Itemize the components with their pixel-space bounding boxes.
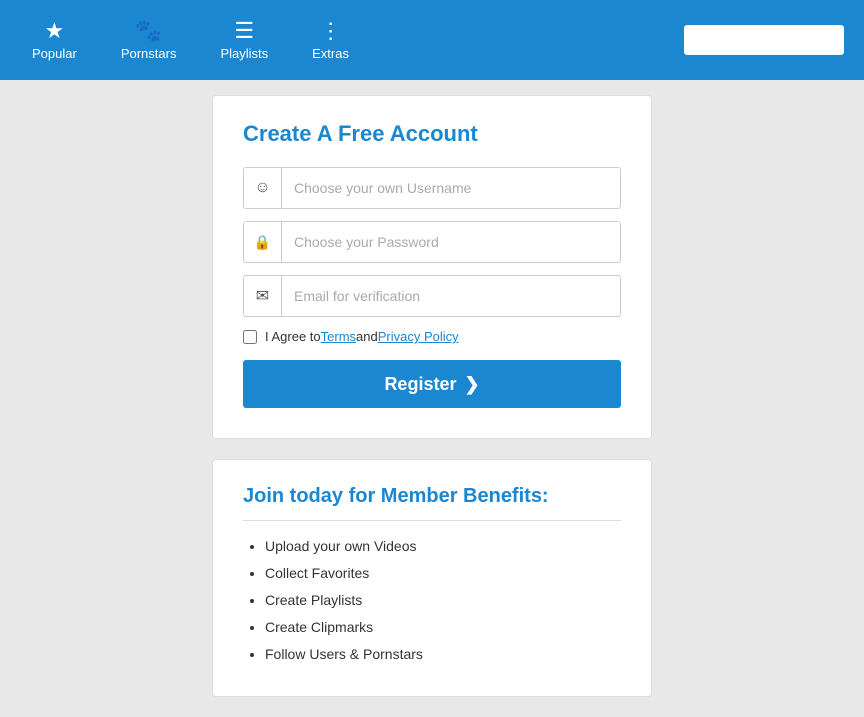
search-input[interactable] (684, 25, 844, 55)
nav-label-playlists: Playlists (220, 46, 268, 61)
navbar: ★ Popular 🐾 Pornstars ☰ Playlists ⋮ Extr… (0, 0, 864, 80)
nav-items: ★ Popular 🐾 Pornstars ☰ Playlists ⋮ Extr… (10, 20, 684, 61)
agree-row: I Agree to Terms and Privacy Policy (243, 329, 621, 344)
list-item: Collect Favorites (265, 563, 621, 584)
register-label: Register (384, 374, 456, 395)
playlists-icon: ☰ (234, 20, 254, 42)
nav-item-extras[interactable]: ⋮ Extras (290, 20, 371, 61)
agree-checkbox[interactable] (243, 330, 257, 344)
register-button[interactable]: Register ❯ (243, 360, 621, 408)
password-icon (244, 222, 282, 262)
email-input[interactable] (282, 276, 620, 316)
email-icon (244, 276, 282, 316)
nav-item-popular[interactable]: ★ Popular (10, 20, 99, 61)
agree-text: I Agree to (265, 329, 321, 344)
username-input[interactable] (282, 168, 620, 208)
nav-label-popular: Popular (32, 46, 77, 61)
nav-item-pornstars[interactable]: 🐾 Pornstars (99, 20, 199, 61)
nav-label-extras: Extras (312, 46, 349, 61)
nav-item-playlists[interactable]: ☰ Playlists (198, 20, 290, 61)
list-item: Create Playlists (265, 590, 621, 611)
page-content: Create A Free Account I Agree to Terms a… (0, 80, 864, 717)
list-item: Upload your own Videos (265, 536, 621, 557)
register-card: Create A Free Account I Agree to Terms a… (212, 95, 652, 439)
privacy-link[interactable]: Privacy Policy (378, 329, 459, 344)
list-item: Follow Users & Pornstars (265, 644, 621, 665)
benefits-card: Join today for Member Benefits: Upload y… (212, 459, 652, 697)
benefits-list: Upload your own Videos Collect Favorites… (243, 536, 621, 665)
extras-icon: ⋮ (320, 20, 342, 42)
benefits-title: Join today for Member Benefits: (243, 485, 621, 521)
popular-icon: ★ (45, 20, 65, 42)
search-container (684, 25, 844, 55)
list-item: Create Clipmarks (265, 617, 621, 638)
username-field-group (243, 167, 621, 209)
username-icon (244, 168, 282, 208)
and-text: and (356, 329, 378, 344)
nav-label-pornstars: Pornstars (121, 46, 177, 61)
pornstars-icon: 🐾 (135, 20, 162, 42)
password-input[interactable] (282, 222, 620, 262)
register-arrow-icon: ❯ (464, 374, 479, 395)
register-title: Create A Free Account (243, 121, 621, 147)
email-field-group (243, 275, 621, 317)
password-field-group (243, 221, 621, 263)
terms-link[interactable]: Terms (321, 329, 356, 344)
